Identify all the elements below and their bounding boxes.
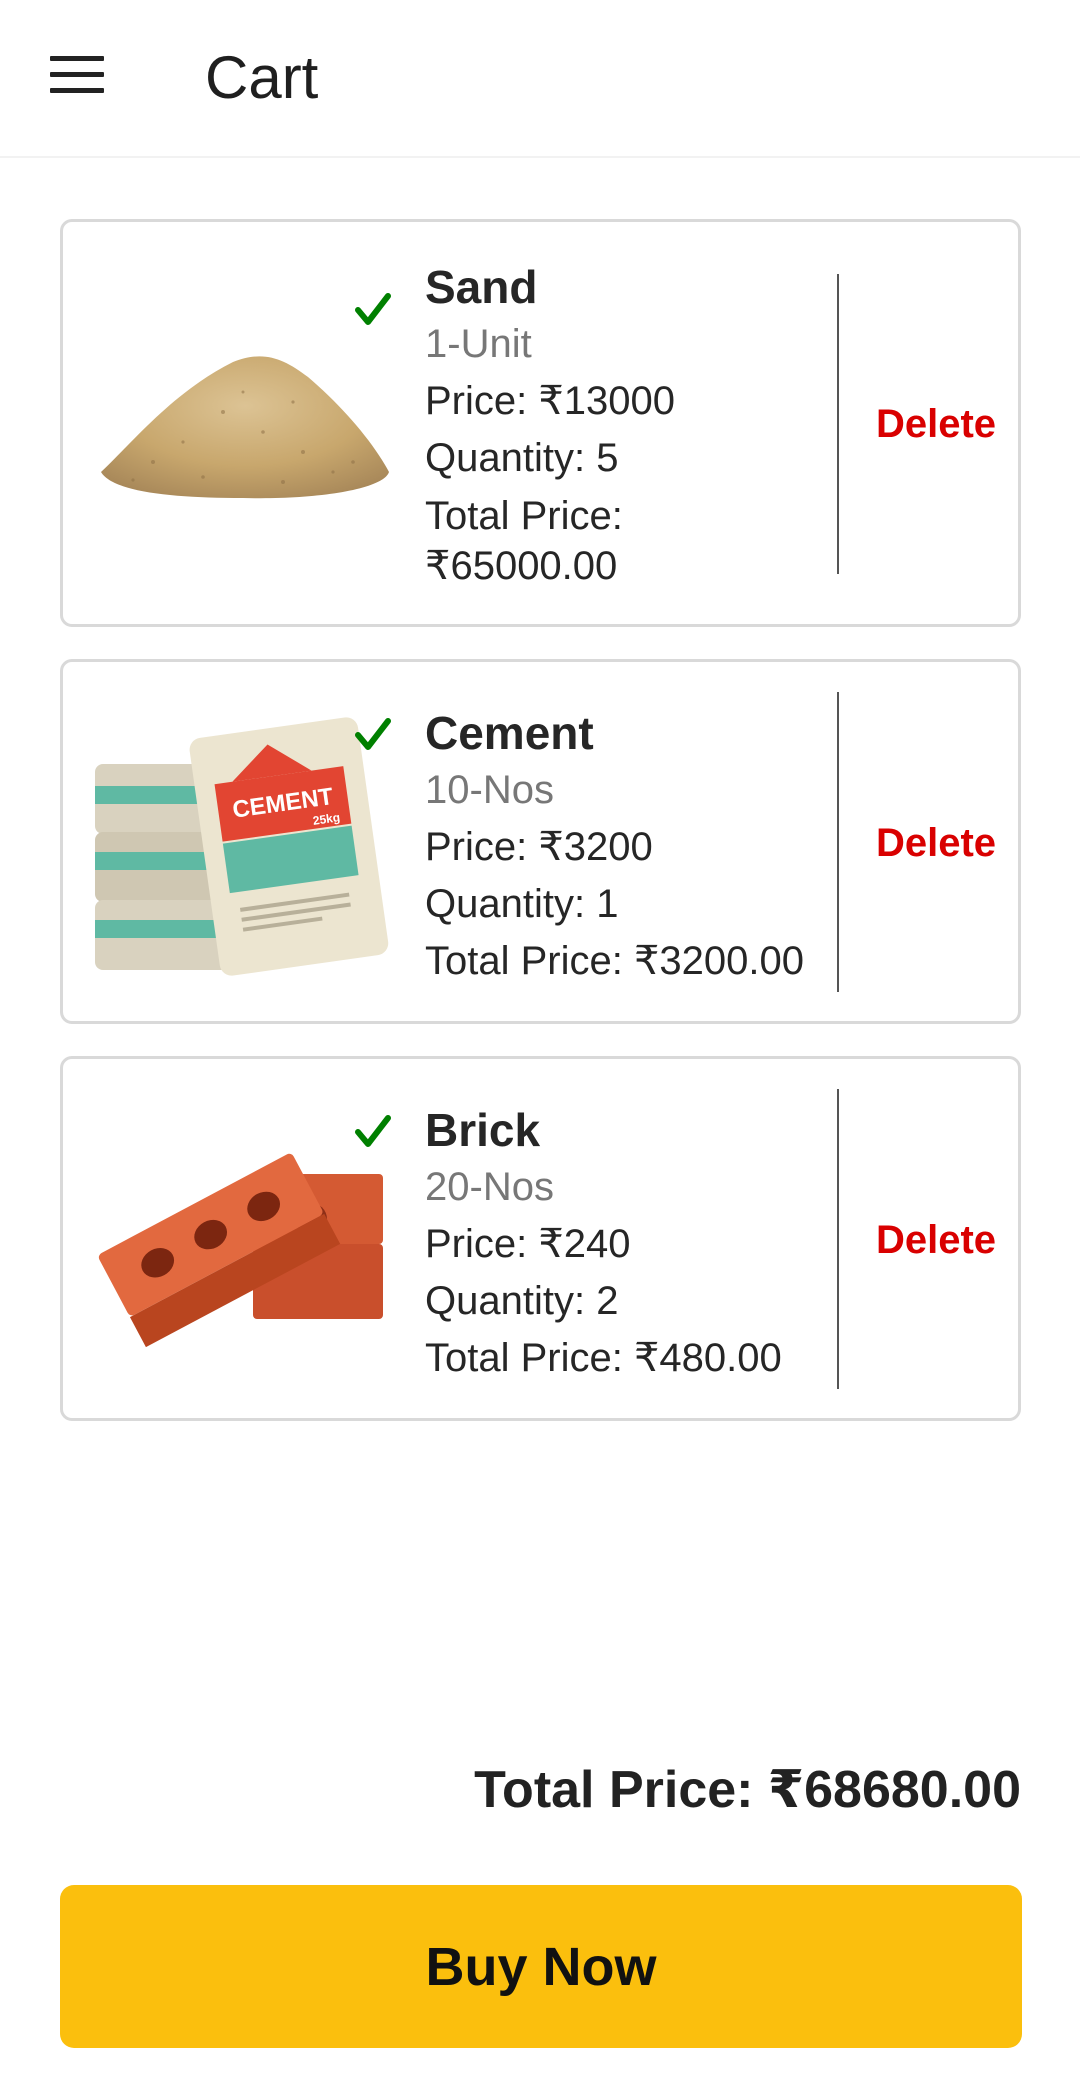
item-info: Cement 10-Nos Price: ₹3200 Quantity: 1 T… — [425, 704, 835, 990]
cart-item-sand: Sand 1-Unit Price: ₹13000 Quantity: 5 To… — [60, 219, 1021, 627]
item-total-label: Total Price: — [425, 494, 623, 538]
item-info: Brick 20-Nos Price: ₹240 Quantity: 2 Tot… — [425, 1101, 835, 1387]
bricks-image — [98, 1153, 383, 1348]
selected-check-icon — [355, 1115, 391, 1147]
selected-check-icon — [355, 293, 391, 325]
item-name: Brick — [425, 1104, 541, 1156]
item-total-value: ₹65000.00 — [425, 544, 618, 588]
cart-total-price: Total Price: ₹68680.00 — [474, 1761, 1021, 1819]
item-divider — [837, 692, 839, 992]
item-quantity: Quantity: 5 — [425, 436, 619, 480]
item-info: Sand 1-Unit Price: ₹13000 Quantity: 5 To… — [425, 258, 835, 591]
page-title: Cart — [205, 44, 319, 111]
selected-check-icon — [355, 718, 391, 750]
item-unit: 20-Nos — [425, 1165, 554, 1209]
delete-button[interactable]: Delete — [871, 818, 1001, 868]
cement-bags-image: CEMENT 25kg — [95, 717, 389, 976]
cart-item-brick: Brick 20-Nos Price: ₹240 Quantity: 2 Tot… — [60, 1056, 1021, 1421]
delete-button[interactable]: Delete — [871, 399, 1001, 449]
item-quantity: Quantity: 1 — [425, 882, 619, 926]
hamburger-menu-icon[interactable] — [40, 44, 116, 106]
item-quantity: Quantity: 2 — [425, 1279, 619, 1323]
cart-item-cement: CEMENT 25kg Cement 10-Nos Price: ₹3200 Q… — [60, 659, 1021, 1024]
item-name: Cement — [425, 707, 594, 759]
delete-button[interactable]: Delete — [871, 1215, 1001, 1265]
item-unit: 10-Nos — [425, 768, 554, 812]
buy-now-button[interactable]: Buy Now — [60, 1885, 1022, 2048]
item-price: Price: ₹240 — [425, 1222, 631, 1266]
item-divider — [837, 274, 839, 574]
item-name: Sand — [425, 261, 538, 313]
sand-pile-image — [101, 356, 389, 499]
item-total: Total Price: ₹3200.00 — [425, 939, 805, 983]
item-total: Total Price: ₹480.00 — [425, 1336, 782, 1380]
app-bar: Cart — [0, 0, 1080, 158]
item-unit: 1-Unit — [425, 322, 532, 366]
item-price: Price: ₹3200 — [425, 825, 653, 869]
item-divider — [837, 1089, 839, 1389]
item-price: Price: ₹13000 — [425, 379, 676, 423]
